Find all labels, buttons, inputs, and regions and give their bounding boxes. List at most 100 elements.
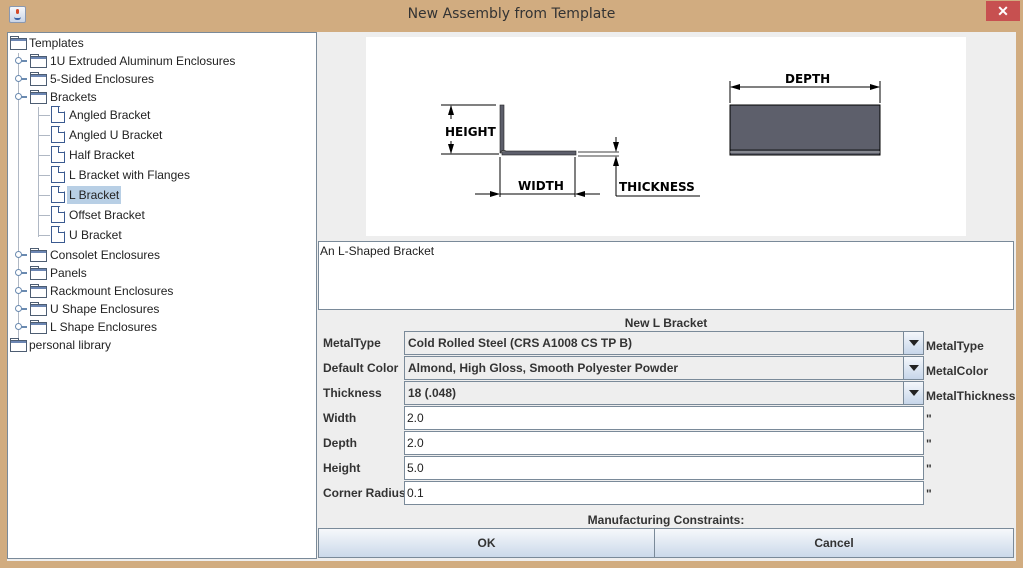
height-label: HEIGHT	[445, 125, 497, 139]
tree-leaf[interactable]: Angled U Bracket	[8, 126, 316, 144]
close-button[interactable]: ✕	[986, 1, 1020, 21]
tree-connector-line	[38, 115, 50, 116]
tree-connector-line	[38, 135, 50, 136]
window-title: New Assembly from Template	[407, 6, 616, 22]
tree-item-label: Consolet Enclosures	[50, 248, 161, 262]
collapsed-toggle-icon[interactable]	[15, 287, 27, 294]
folder-icon	[30, 72, 47, 86]
field-label: Depth	[323, 436, 357, 450]
folder-icon	[10, 338, 27, 352]
cancel-button[interactable]: Cancel	[654, 528, 1014, 558]
combo-property-name: MetalThickness	[926, 389, 1016, 403]
tree-item-label: Angled U Bracket	[69, 128, 163, 142]
tree-group[interactable]: U Shape Enclosures	[8, 300, 316, 318]
tree-item-label: Brackets	[50, 90, 97, 104]
tree-item-label: Rackmount Enclosures	[50, 284, 174, 298]
form-title: New L Bracket	[624, 316, 708, 330]
side-view	[729, 104, 881, 156]
thickness-label: THICKNESS	[619, 180, 695, 194]
combo-value: Cold Rolled Steel (CRS A1008 CS TP B)	[408, 336, 633, 350]
folder-icon	[30, 302, 47, 316]
tree-leaf[interactable]: L Bracket with Flanges	[8, 166, 316, 184]
folder-icon	[30, 284, 47, 298]
tree-leaf[interactable]: U Bracket	[8, 226, 316, 244]
tree-item-label: L Bracket	[67, 186, 122, 204]
dimension-input[interactable]: 2.0	[404, 431, 924, 455]
combo-select[interactable]: 18 (.048)	[404, 381, 924, 405]
bracket-drawing: HEIGHT WIDTH THICKNESS DEPTH	[441, 72, 881, 197]
combo-property-name: MetalType	[926, 339, 984, 353]
collapsed-toggle-icon[interactable]	[15, 323, 27, 330]
folder-icon	[30, 54, 47, 68]
chevron-down-icon[interactable]	[903, 357, 923, 379]
combo-value: 18 (.048)	[408, 386, 457, 400]
combo-select[interactable]: Cold Rolled Steel (CRS A1008 CS TP B)	[404, 331, 924, 355]
tree-root-personal-library[interactable]: personal library	[8, 336, 316, 354]
combo-label: Default Color	[323, 361, 399, 375]
combo-property-name: MetalColor	[926, 364, 989, 378]
chevron-down-icon[interactable]	[903, 382, 923, 404]
document-icon	[51, 226, 65, 243]
document-icon	[51, 186, 65, 203]
tree-connector-line	[38, 155, 50, 156]
collapsed-toggle-icon[interactable]	[15, 75, 27, 82]
tree-leaf[interactable]: L Bracket	[8, 186, 316, 204]
chevron-down-icon[interactable]	[903, 332, 923, 354]
field-label: Width	[323, 411, 357, 425]
unit-label: "	[926, 412, 932, 426]
tree-leaf[interactable]: Offset Bracket	[8, 206, 316, 224]
dialog-body: Templates 1U Extruded Aluminum Enclosures…	[7, 32, 1016, 561]
tree-item-label: Offset Bracket	[69, 208, 145, 222]
tree-group[interactable]: L Shape Enclosures	[8, 318, 316, 336]
description-area[interactable]: An L-Shaped Bracket	[318, 241, 1014, 310]
unit-label: "	[926, 462, 932, 476]
template-preview-image: HEIGHT WIDTH THICKNESS DEPTH	[366, 37, 966, 236]
manufacturing-constraints-label: Manufacturing Constraints:	[587, 513, 745, 527]
folder-icon	[30, 266, 47, 280]
l-profile	[499, 104, 577, 156]
tree-leaf[interactable]: Angled Bracket	[8, 106, 316, 124]
tree-connector-line	[38, 235, 50, 236]
field-label: Corner Radius	[323, 486, 406, 500]
tree-item-label: U Shape Enclosures	[50, 302, 160, 316]
combo-value: Almond, High Gloss, Smooth Polyester Pow…	[408, 361, 679, 375]
combo-label: MetalType	[323, 336, 381, 350]
dimension-input[interactable]: 2.0	[404, 406, 924, 430]
tree-item-label: L Shape Enclosures	[50, 320, 157, 334]
combo-select[interactable]: Almond, High Gloss, Smooth Polyester Pow…	[404, 356, 924, 380]
dimension-input[interactable]: 5.0	[404, 456, 924, 480]
tree-connector-line	[38, 215, 50, 216]
document-icon	[51, 126, 65, 143]
collapsed-toggle-icon[interactable]	[15, 269, 27, 276]
collapsed-toggle-icon[interactable]	[15, 251, 27, 258]
tree-item-label: 5-Sided Enclosures	[50, 72, 155, 86]
field-label: Height	[323, 461, 361, 475]
tree-root-templates[interactable]: Templates	[8, 34, 316, 52]
collapsed-toggle-icon[interactable]	[15, 305, 27, 312]
tree-item-label: Angled Bracket	[69, 108, 151, 122]
tree-group[interactable]: Rackmount Enclosures	[8, 282, 316, 300]
template-tree[interactable]: Templates 1U Extruded Aluminum Enclosures…	[7, 32, 317, 559]
ok-button[interactable]: OK	[318, 528, 655, 558]
dimension-input[interactable]: 0.1	[404, 481, 924, 505]
combo-label: Thickness	[323, 386, 382, 400]
unit-label: "	[926, 437, 932, 451]
document-icon	[51, 106, 65, 123]
tree-group[interactable]: Brackets	[8, 88, 316, 106]
tree-connector-line	[38, 175, 50, 176]
folder-icon	[10, 36, 27, 50]
tree-item-label: U Bracket	[69, 228, 122, 242]
tree-group[interactable]: Consolet Enclosures	[8, 246, 316, 264]
unit-label: "	[926, 487, 932, 501]
tree-group[interactable]: Panels	[8, 264, 316, 282]
collapsed-toggle-icon[interactable]	[15, 57, 27, 64]
tree-group[interactable]: 5-Sided Enclosures	[8, 70, 316, 88]
width-label: WIDTH	[518, 179, 564, 193]
document-icon	[51, 146, 65, 163]
depth-label: DEPTH	[785, 72, 830, 86]
tree-group[interactable]: 1U Extruded Aluminum Enclosures	[8, 52, 316, 70]
tree-item-label: Panels	[50, 266, 87, 280]
expanded-toggle-icon[interactable]	[15, 93, 27, 100]
tree-leaf[interactable]: Half Bracket	[8, 146, 316, 164]
folder-icon	[30, 90, 47, 104]
